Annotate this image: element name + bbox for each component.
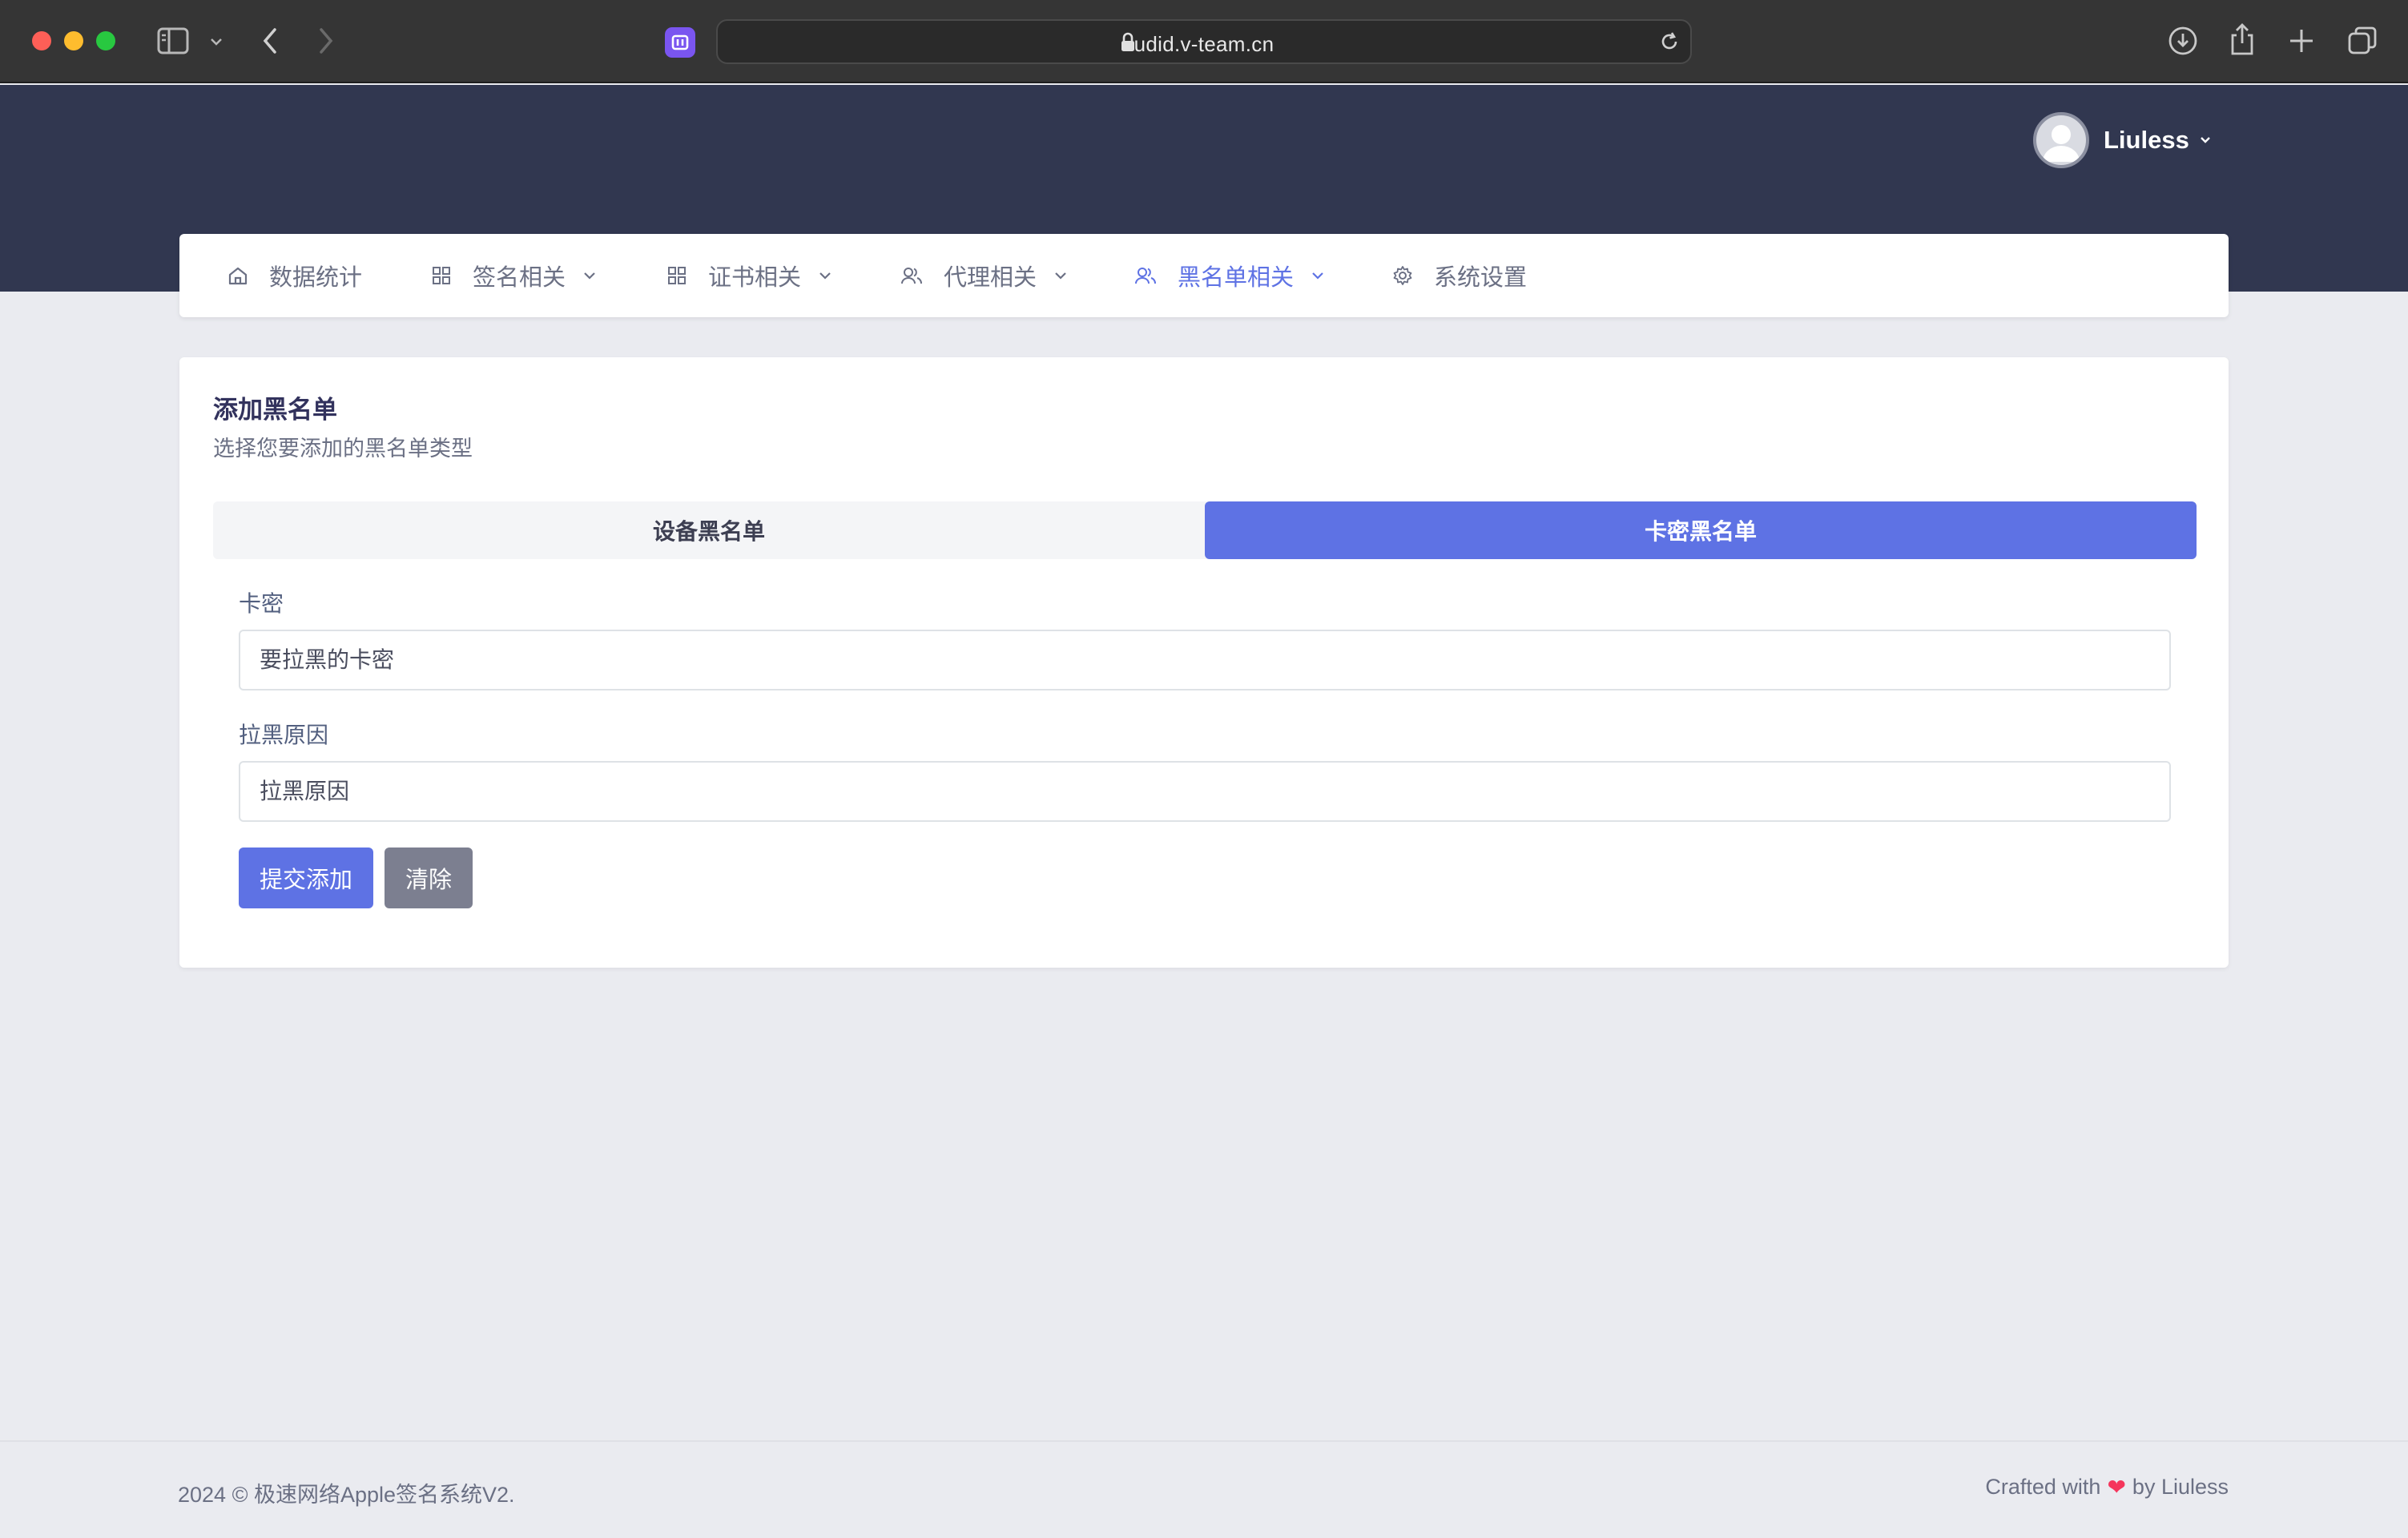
reason-label: 拉黑原因 xyxy=(239,723,329,747)
nav-item-blacklist[interactable]: 黑名单相关 xyxy=(1134,234,1324,317)
blacklist-type-tabs: 设备黑名单 卡密黑名单 xyxy=(213,501,2197,559)
card-title: 添加黑名单 xyxy=(213,396,337,424)
grid-icon xyxy=(668,267,686,284)
nav-item-system-settings[interactable]: 系统设置 xyxy=(1392,234,1527,317)
reason-input[interactable] xyxy=(239,761,2171,822)
forward-icon[interactable] xyxy=(317,27,335,54)
download-icon[interactable] xyxy=(2168,26,2198,56)
share-icon[interactable] xyxy=(2229,22,2256,56)
zoom-window-button[interactable] xyxy=(96,31,115,50)
nav-item-certificates[interactable]: 证书相关 xyxy=(666,234,832,317)
card-key-input[interactable] xyxy=(239,630,2171,690)
url-text: udid.v-team.cn xyxy=(1134,32,1274,56)
minimize-window-button[interactable] xyxy=(64,31,83,50)
submit-button[interactable]: 提交添加 xyxy=(239,848,373,908)
footer-crafted-suffix: by Liuless xyxy=(2132,1475,2229,1499)
browser-toolbar: udid.v-team.cn xyxy=(0,0,2408,83)
nav-item-label: 证书相关 xyxy=(708,265,802,291)
gear-icon xyxy=(1393,266,1412,285)
lock-icon xyxy=(1121,32,1134,51)
footer-copyright: 2024 © 极速网络Apple签名系统V2. xyxy=(178,1483,515,1507)
footer-credits: Crafted with ❤ by Liuless xyxy=(1985,1474,2229,1500)
chevron-down-icon xyxy=(819,272,831,280)
nav-item-agents[interactable]: 代理相关 xyxy=(900,234,1067,317)
chevron-down-icon xyxy=(1055,272,1066,280)
address-bar[interactable]: udid.v-team.cn xyxy=(716,19,1692,64)
tab-overview-icon[interactable] xyxy=(2347,26,2378,56)
home-icon xyxy=(228,267,248,285)
tab-device-blacklist[interactable]: 设备黑名单 xyxy=(213,501,1205,559)
chevron-down-icon xyxy=(2200,137,2210,143)
nav-item-label: 签名相关 xyxy=(473,265,566,291)
nav-item-label: 黑名单相关 xyxy=(1178,265,1295,291)
chevron-down-icon xyxy=(1312,272,1323,280)
user-name: Liuless xyxy=(2104,126,2189,154)
reload-icon[interactable] xyxy=(1658,30,1681,53)
user-menu[interactable]: Liuless xyxy=(2033,112,2212,168)
nav-item-signing[interactable]: 签名相关 xyxy=(431,234,596,317)
clear-button[interactable]: 清除 xyxy=(385,848,473,908)
new-tab-icon[interactable] xyxy=(2288,27,2315,54)
footer-crafted-prefix: Crafted with xyxy=(1985,1475,2101,1499)
chevron-down-icon xyxy=(584,272,595,280)
card-key-label: 卡密 xyxy=(239,591,284,616)
nav-item-data-stats[interactable]: 数据统计 xyxy=(228,234,362,317)
sidebar-icon[interactable] xyxy=(157,27,189,54)
heart-icon: ❤ xyxy=(2107,1475,2126,1500)
tab-card-key-blacklist[interactable]: 卡密黑名单 xyxy=(1205,501,2197,559)
add-blacklist-card: 添加黑名单 选择您要添加的黑名单类型 设备黑名单 卡密黑名单 卡密 拉黑原因 提… xyxy=(179,357,2229,968)
avatar xyxy=(2033,112,2089,168)
site-favicon-icon xyxy=(665,27,695,58)
users-icon xyxy=(1135,268,1156,284)
main-nav: 数据统计 签名相关 证书相关 代理相关 黑名单相关 系统设置 xyxy=(179,234,2229,317)
footer-divider xyxy=(0,1440,2408,1442)
users-icon xyxy=(901,268,922,284)
chevron-down-icon[interactable] xyxy=(210,37,223,46)
grid-icon xyxy=(433,267,450,284)
close-window-button[interactable] xyxy=(32,31,51,50)
user-avatar-icon xyxy=(2043,125,2080,162)
back-icon[interactable] xyxy=(261,27,279,54)
nav-item-label: 系统设置 xyxy=(1434,265,1528,291)
nav-item-label: 代理相关 xyxy=(944,265,1037,291)
nav-item-label: 数据统计 xyxy=(269,265,363,291)
card-subtitle: 选择您要添加的黑名单类型 xyxy=(213,437,473,461)
